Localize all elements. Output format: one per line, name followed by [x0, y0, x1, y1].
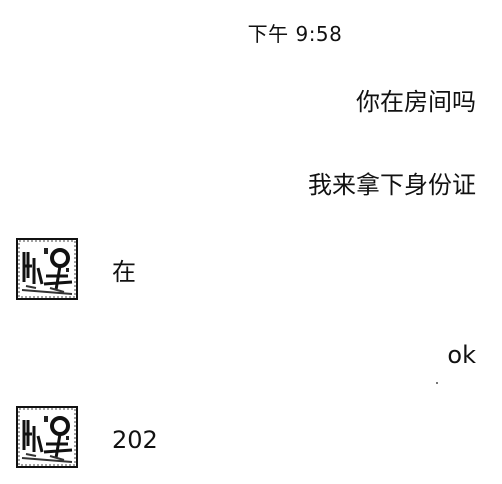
stray-mark — [436, 382, 438, 384]
outgoing-message-text[interactable]: ok — [447, 340, 476, 370]
avatar-image — [16, 238, 78, 300]
incoming-message-text[interactable]: 在 — [112, 257, 136, 287]
chat-timestamp: 下午 9:58 — [247, 22, 343, 46]
incoming-message-text[interactable]: 202 — [112, 425, 158, 455]
avatar-image — [16, 406, 78, 468]
contact-avatar[interactable] — [16, 406, 78, 468]
outgoing-message-text[interactable]: 你在房间吗 — [356, 87, 476, 117]
contact-avatar[interactable] — [16, 238, 78, 300]
outgoing-message-text[interactable]: 我来拿下身份证 — [308, 170, 476, 200]
